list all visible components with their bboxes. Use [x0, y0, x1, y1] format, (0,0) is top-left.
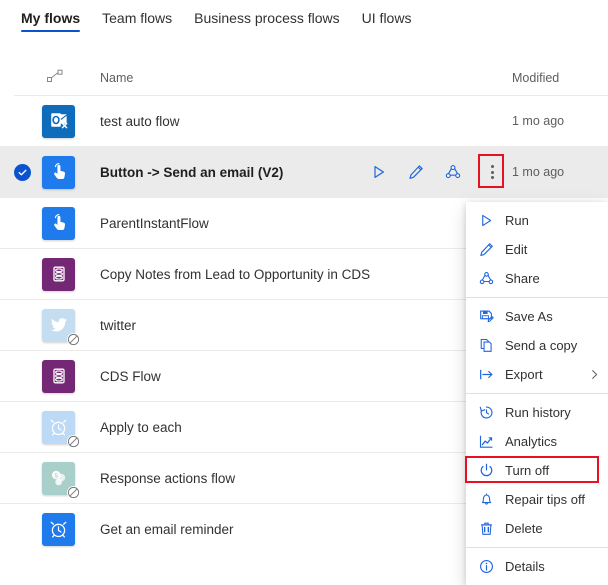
flow-type-icon-cell [42, 512, 86, 546]
run-action-icon[interactable] [369, 162, 389, 182]
flow-modified: 1 mo ago [512, 165, 565, 179]
flow-context-menu: Run Edit Share Save As Send a copy Export Run … [465, 202, 608, 585]
menu-item-label: Share [505, 271, 540, 286]
tab-team-flows[interactable]: Team flows [91, 0, 183, 35]
history-icon [476, 405, 496, 420]
flow-type-icon-cell [42, 257, 86, 291]
tab-my-flows-label: My flows [21, 10, 81, 26]
flow-type-icon-cell [42, 410, 86, 448]
flow-row[interactable]: test auto flow 1 mo ago [0, 96, 608, 147]
tabstrip-divider [0, 44, 608, 45]
menu-item-label: Save As [505, 309, 553, 324]
menu-item-label: Export [505, 367, 543, 382]
flow-name[interactable]: Button -> Send an email (V2) [86, 165, 369, 180]
tab-team-flows-label: Team flows [102, 10, 173, 26]
menu-item-label: Delete [505, 521, 543, 536]
button-tap-icon [42, 155, 75, 189]
database-icon [42, 257, 75, 291]
menu-item-label: Details [505, 559, 545, 574]
trash-icon [476, 521, 496, 536]
flow-type-icon-cell [42, 104, 86, 138]
flow-row[interactable]: Button -> Send an email (V2) 1 mo ago [0, 147, 608, 198]
header-name[interactable]: Name [86, 71, 512, 85]
info-icon [476, 559, 496, 574]
menu-item-analytics[interactable]: Analytics [466, 427, 608, 456]
flow-type-icon-cell [42, 155, 86, 189]
more-vertical-icon [490, 165, 494, 179]
flow-tabs: My flows Team flows Business process flo… [0, 0, 608, 40]
menu-item-label: Run [505, 213, 529, 228]
flow-name[interactable]: Copy Notes from Lead to Opportunity in C… [86, 267, 512, 282]
menu-item-label: Run history [505, 405, 571, 420]
flow-name[interactable]: Response actions flow [86, 471, 512, 486]
menu-item-edit[interactable]: Edit [466, 235, 608, 264]
menu-item-run[interactable]: Run [466, 206, 608, 235]
save-as-icon [476, 309, 496, 324]
row-actions [369, 154, 512, 188]
menu-separator [466, 393, 608, 394]
alarm-clock-icon [42, 410, 80, 448]
menu-item-run-history[interactable]: Run history [466, 398, 608, 427]
menu-item-share[interactable]: Share [466, 264, 608, 293]
header-modified[interactable]: Modified [512, 71, 608, 85]
link-icon [46, 69, 64, 86]
tab-my-flows[interactable]: My flows [10, 0, 91, 35]
button-tap-icon [42, 206, 75, 240]
menu-item-delete[interactable]: Delete [466, 514, 608, 543]
flow-type-icon-cell [42, 359, 86, 393]
menu-item-details[interactable]: Details [466, 552, 608, 581]
checkmark-icon [14, 163, 31, 181]
menu-item-export[interactable]: Export [466, 360, 608, 389]
flow-name[interactable]: ParentInstantFlow [86, 216, 512, 231]
flow-type-icon-cell: S [42, 461, 86, 499]
flow-list-header: Name Modified [14, 60, 608, 96]
export-icon [476, 367, 496, 382]
menu-item-label: Edit [505, 242, 528, 257]
disabled-badge-icon [67, 485, 80, 499]
flow-name[interactable]: CDS Flow [86, 369, 512, 384]
flow-type-icon-cell [42, 308, 86, 346]
flow-modified: 1 mo ago [512, 114, 565, 128]
menu-item-repair-tips-off[interactable]: Repair tips off [466, 485, 608, 514]
more-commands-button[interactable] [478, 154, 504, 188]
pencil-icon [476, 242, 496, 257]
tab-ui-flows-label: UI flows [361, 10, 412, 26]
menu-item-turn-off[interactable]: Turn off [465, 456, 608, 485]
twitter-icon [42, 308, 80, 346]
tab-active-underline [21, 30, 81, 32]
share-icon [476, 271, 496, 286]
tab-business-process-flows-label: Business process flows [194, 10, 340, 26]
power-icon [476, 463, 496, 478]
tab-business-process-flows[interactable]: Business process flows [183, 0, 351, 35]
outlook-icon [42, 104, 75, 138]
header-connector-icon-cell[interactable] [42, 69, 86, 86]
svg-text:S: S [54, 473, 58, 479]
flow-type-icon-cell [42, 206, 86, 240]
copy-icon [476, 338, 496, 353]
menu-item-send-a-copy[interactable]: Send a copy [466, 331, 608, 360]
menu-item-label: Turn off [505, 463, 550, 478]
flow-name[interactable]: Get an email reminder [86, 522, 512, 537]
flow-name[interactable]: test auto flow [86, 114, 512, 129]
share-action-icon[interactable] [443, 162, 463, 182]
play-icon [476, 213, 496, 228]
menu-separator [466, 297, 608, 298]
edit-action-icon[interactable] [406, 162, 426, 182]
analytics-icon [476, 434, 496, 449]
menu-item-label: Analytics [505, 434, 558, 449]
sharepoint-icon: S [42, 461, 80, 499]
disabled-badge-icon [67, 434, 80, 448]
menu-item-label: Send a copy [505, 338, 578, 353]
disabled-badge-icon [67, 332, 80, 346]
menu-item-save-as[interactable]: Save As [466, 302, 608, 331]
flow-name[interactable]: Apply to each [86, 420, 512, 435]
row-select-checkbox[interactable] [14, 163, 42, 181]
menu-item-label: Repair tips off [505, 492, 585, 507]
database-icon [42, 359, 75, 393]
flow-name[interactable]: twitter [86, 318, 512, 333]
tab-ui-flows[interactable]: UI flows [351, 0, 423, 35]
chevron-right-icon [589, 369, 600, 380]
alarm-clock-icon [42, 512, 75, 546]
bell-icon [476, 492, 496, 507]
